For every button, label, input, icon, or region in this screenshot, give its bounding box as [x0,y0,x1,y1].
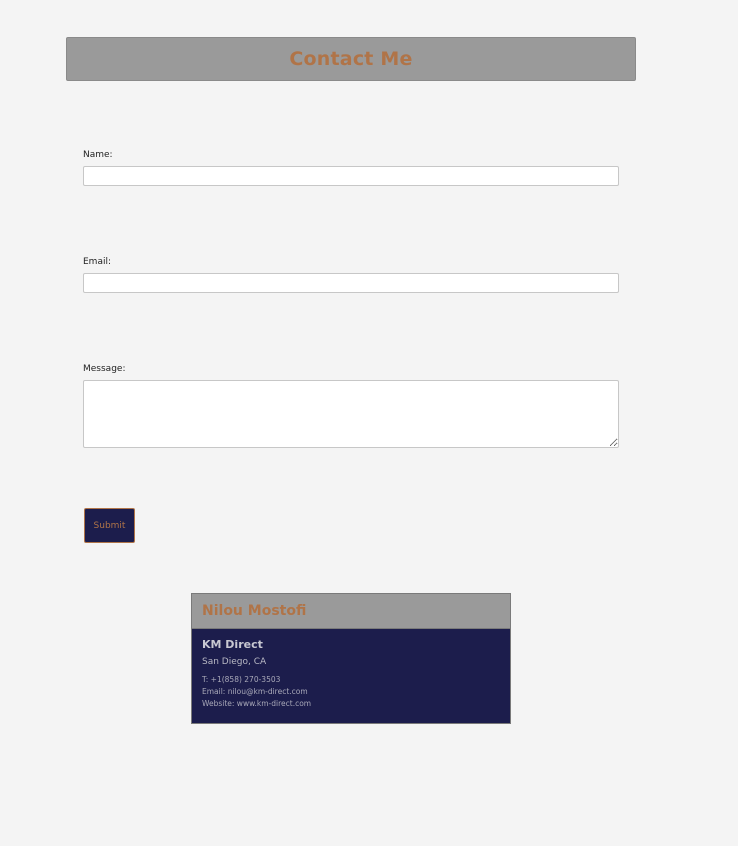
name-label: Name: [83,150,113,160]
contact-header-bar: Contact Me [66,37,636,81]
card-location: San Diego, CA [202,657,267,667]
email-field[interactable] [83,273,619,293]
card-header: Nilou Mostofi [192,594,510,629]
message-field[interactable] [83,380,619,448]
card-phone: T: +1(858) 270-3503 [202,675,281,684]
card-company: KM Direct [202,638,263,651]
card-body: KM Direct San Diego, CA T: +1(858) 270-3… [192,629,510,710]
business-card: Nilou Mostofi KM Direct San Diego, CA T:… [191,593,511,724]
card-name: Nilou Mostofi [202,603,307,619]
name-field[interactable] [83,166,619,186]
email-label: Email: [83,257,112,267]
submit-button[interactable]: Submit [84,508,135,543]
card-email: Email: nilou@km-direct.com [202,687,308,696]
card-website: Website: www.km-direct.com [202,699,312,708]
message-label: Message: [83,364,126,374]
page-title: Contact Me [289,48,413,70]
